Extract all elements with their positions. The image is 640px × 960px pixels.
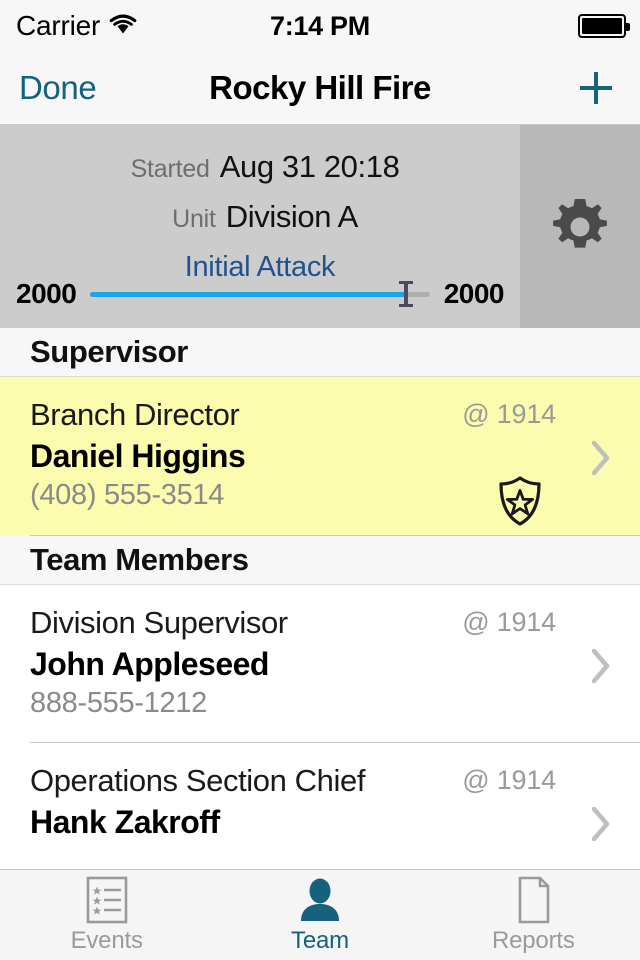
started-row: Started Aug 31 20:18 — [0, 149, 520, 185]
app-root: Carrier 7:14 PM Done Rocky Hill Fire Sta… — [0, 0, 640, 960]
section-header-team-members: Team Members — [0, 535, 640, 585]
add-button[interactable] — [574, 66, 618, 110]
incident-info-panel: Started Aug 31 20:18 Unit Division A Ini… — [0, 125, 640, 328]
slider-thumb[interactable] — [398, 281, 413, 307]
section-title: Team Members — [30, 541, 249, 577]
status-bar-time: 7:14 PM — [270, 10, 370, 41]
slider-left-value: 2000 — [16, 278, 77, 309]
row-name: John Appleseed — [30, 645, 269, 682]
status-bar: Carrier 7:14 PM — [0, 0, 640, 52]
table-row[interactable]: Branch Director Daniel Higgins (408) 555… — [0, 377, 640, 536]
unit-label: Unit — [172, 205, 216, 233]
table-row[interactable]: Operations Section Chief Hank Zakroff @ … — [0, 743, 640, 869]
page-title: Rocky Hill Fire — [209, 69, 431, 106]
chevron-right-icon — [590, 439, 612, 482]
unit-value: Division A — [225, 199, 359, 234]
document-page-icon — [510, 876, 556, 924]
tab-events[interactable]: Events — [0, 870, 213, 960]
tab-label: Reports — [492, 926, 575, 954]
status-bar-right — [578, 14, 630, 38]
tab-label: Events — [70, 926, 143, 954]
battery-full-icon — [578, 14, 630, 38]
checklist-star-icon — [84, 876, 130, 924]
row-timestamp: @ 1914 — [462, 606, 556, 637]
row-phone: 888-555-1212 — [30, 686, 207, 719]
slider-fill — [90, 291, 406, 297]
table-row[interactable]: Division Supervisor John Appleseed 888-5… — [0, 584, 640, 744]
navigation-bar: Done Rocky Hill Fire — [0, 52, 640, 125]
row-name: Daniel Higgins — [30, 438, 246, 475]
time-slider-row: 2000 2000 — [0, 278, 520, 310]
section-title: Supervisor — [30, 334, 188, 369]
tab-bar: Events Team Reports — [0, 869, 640, 960]
team-list[interactable]: Supervisor Branch Director Daniel Higgin… — [0, 328, 640, 869]
settings-button[interactable] — [520, 125, 640, 328]
chevron-right-icon — [590, 647, 612, 690]
row-separator — [30, 534, 640, 536]
unit-row: Unit Division A — [0, 199, 520, 235]
section-header-supervisor: Supervisor — [0, 328, 640, 377]
slider-right-value: 2000 — [443, 278, 505, 309]
incident-info-details: Started Aug 31 20:18 Unit Division A Ini… — [0, 125, 520, 328]
tab-team[interactable]: Team — [213, 870, 426, 960]
row-name: Hank Zakroff — [30, 804, 220, 841]
time-slider[interactable] — [90, 281, 430, 307]
shield-star-icon — [496, 475, 544, 532]
row-timestamp: @ 1914 — [462, 399, 556, 429]
tab-reports[interactable]: Reports — [427, 870, 640, 960]
tab-label: Team — [291, 926, 349, 954]
plus-icon — [580, 72, 612, 104]
person-icon — [297, 876, 343, 924]
gear-icon — [553, 198, 607, 248]
row-timestamp: @ 1914 — [462, 765, 556, 796]
started-value: Aug 31 20:18 — [219, 149, 400, 184]
chevron-right-icon — [590, 805, 612, 848]
started-label: Started — [130, 155, 210, 183]
